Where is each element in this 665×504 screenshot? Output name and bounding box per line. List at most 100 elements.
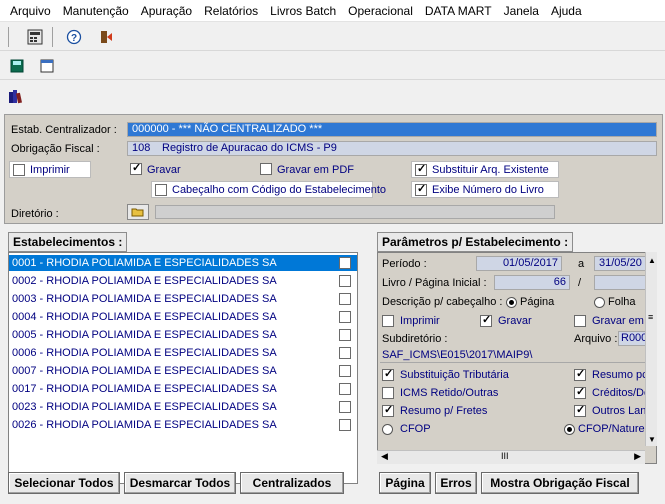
list-item[interactable]: 0017 - RHODIA POLIAMIDA E ESPECIALIDADES… bbox=[9, 381, 357, 397]
exibe-numero-box[interactable] bbox=[415, 182, 427, 196]
substituir-box[interactable] bbox=[415, 162, 427, 176]
scroll-left-icon[interactable]: ◀ bbox=[381, 451, 388, 462]
scroll-up-icon[interactable]: ▲ bbox=[648, 256, 656, 265]
cfop-radio[interactable] bbox=[382, 424, 393, 435]
icms-retido-label: ICMS Retido/Outras bbox=[400, 387, 499, 399]
window-icon[interactable] bbox=[36, 56, 58, 76]
livro-field[interactable]: 66 bbox=[494, 275, 570, 290]
help-icon[interactable]: ? bbox=[63, 27, 85, 47]
cabecalho-checkbox[interactable]: Cabeçalho com Código do Estabelecimento bbox=[151, 181, 386, 198]
cfop-natureza-radio[interactable] bbox=[564, 424, 575, 435]
menu-operacional[interactable]: Operacional bbox=[342, 4, 419, 18]
scroll-thumb-grip[interactable]: III bbox=[501, 451, 509, 461]
list-item[interactable]: 0026 - RHODIA POLIAMIDA E ESPECIALIDADES… bbox=[9, 417, 357, 433]
list-item[interactable]: 0006 - RHODIA POLIAMIDA E ESPECIALIDADES… bbox=[9, 345, 357, 361]
list-item[interactable]: 0003 - RHODIA POLIAMIDA E ESPECIALIDADES… bbox=[9, 291, 357, 307]
cabecalho-box[interactable] bbox=[155, 184, 167, 196]
resumo-pc-label: Resumo pc bbox=[592, 369, 648, 381]
row-checkbox[interactable] bbox=[339, 293, 351, 305]
estab-centralizador-value: 000000 - *** NÃO CENTRALIZADO *** bbox=[132, 123, 323, 135]
imprimir-box[interactable] bbox=[13, 164, 25, 176]
mostra-obrigacao-button[interactable]: Mostra Obrigação Fiscal bbox=[481, 472, 639, 494]
resumo-pc-checkbox[interactable] bbox=[574, 367, 586, 381]
exibe-numero-checkbox[interactable]: Exibe Número do Livro bbox=[411, 181, 559, 198]
params-vertical-scrollbar[interactable]: ▲ ≡ ▼ bbox=[645, 252, 657, 446]
gravar-pdf-checkbox[interactable]: Gravar em PDF bbox=[257, 161, 377, 178]
gravar-checkbox[interactable]: Gravar bbox=[127, 161, 239, 178]
scroll-right-icon[interactable]: ▶ bbox=[634, 451, 641, 462]
row-checkbox[interactable] bbox=[339, 275, 351, 287]
resumo-fretes-checkbox[interactable] bbox=[382, 403, 394, 417]
scroll-grip-icon[interactable]: ≡ bbox=[648, 312, 653, 322]
list-item[interactable]: 0001 - RHODIA POLIAMIDA E ESPECIALIDADES… bbox=[9, 255, 357, 271]
cfop-natureza-label: CFOP/Naturez bbox=[578, 423, 651, 435]
exit-door-icon[interactable] bbox=[95, 27, 117, 47]
toolbar-separator bbox=[8, 27, 9, 47]
obrigacao-fiscal-field[interactable]: 108 Registro de Apuracao do ICMS - P9 bbox=[127, 141, 657, 156]
param-gravar-em-checkbox[interactable] bbox=[574, 315, 586, 327]
row-checkbox[interactable] bbox=[339, 401, 351, 413]
list-item[interactable]: 0005 - RHODIA POLIAMIDA E ESPECIALIDADES… bbox=[9, 327, 357, 343]
row-checkbox[interactable] bbox=[339, 329, 351, 341]
menu-arquivo[interactable]: Arquivo bbox=[4, 4, 57, 18]
row-checkbox[interactable] bbox=[339, 383, 351, 395]
pagina-inicial-field[interactable] bbox=[594, 275, 646, 290]
params-horizontal-scrollbar[interactable]: ◀ III ▶ bbox=[377, 450, 645, 464]
diretorio-field[interactable] bbox=[155, 205, 555, 219]
menu-manutencao[interactable]: Manutenção bbox=[57, 4, 135, 18]
centralizados-button[interactable]: Centralizados bbox=[240, 472, 344, 494]
calculator-icon[interactable] bbox=[24, 27, 46, 47]
substituir-checkbox[interactable]: Substituir Arq. Existente bbox=[411, 161, 559, 178]
cabecalho-label: Cabeçalho com Código do Estabelecimento bbox=[172, 183, 387, 196]
subdiretorio-label: Subdiretório : bbox=[382, 333, 448, 345]
row-checkbox[interactable] bbox=[339, 419, 351, 431]
periodo-fim-field[interactable]: 31/05/20 bbox=[594, 256, 646, 271]
row-checkbox[interactable] bbox=[339, 347, 351, 359]
creditos-checkbox[interactable] bbox=[574, 385, 586, 399]
estab-centralizador-label: Estab. Centralizador : bbox=[11, 124, 117, 136]
subdiretorio-path: SAF_ICMS\E015\2017\MAIP9\ bbox=[382, 349, 533, 361]
subdiretorio-field[interactable]: SAF_ICMS\E015\2017\MAIP9\ bbox=[380, 349, 646, 363]
list-item[interactable]: 0004 - RHODIA POLIAMIDA E ESPECIALIDADES… bbox=[9, 309, 357, 325]
subst-trib-checkbox[interactable] bbox=[382, 367, 394, 381]
periodo-inicio-field[interactable]: 01/05/2017 bbox=[476, 256, 562, 271]
save-icon[interactable] bbox=[6, 56, 28, 76]
menu-ajuda[interactable]: Ajuda bbox=[545, 4, 588, 18]
estabelecimentos-list: 0001 - RHODIA POLIAMIDA E ESPECIALIDADES… bbox=[8, 252, 358, 484]
parametros-panel: Período : 01/05/2017 a 31/05/20 Livro / … bbox=[377, 252, 657, 464]
folder-open-icon[interactable] bbox=[127, 204, 149, 220]
outros-lan-label: Outros Lan bbox=[592, 405, 647, 417]
selecionar-todos-button[interactable]: Selecionar Todos bbox=[8, 472, 120, 494]
list-item[interactable]: 0007 - RHODIA POLIAMIDA E ESPECIALIDADES… bbox=[9, 363, 357, 379]
row-checkbox[interactable] bbox=[339, 311, 351, 323]
pagina-radio[interactable] bbox=[506, 297, 517, 308]
scroll-down-icon[interactable]: ▼ bbox=[648, 435, 656, 444]
toolbar-main: ? bbox=[0, 23, 665, 51]
parametros-header: Parâmetros p/ Estabelecimento : bbox=[377, 232, 574, 252]
list-item[interactable]: 0002 - RHODIA POLIAMIDA E ESPECIALIDADES… bbox=[9, 273, 357, 289]
menu-livros-batch[interactable]: Livros Batch bbox=[264, 4, 342, 18]
param-imprimir-checkbox[interactable] bbox=[382, 315, 394, 327]
menu-data-mart[interactable]: DATA MART bbox=[419, 4, 498, 18]
outros-lan-checkbox[interactable] bbox=[574, 403, 586, 417]
icms-retido-checkbox[interactable] bbox=[382, 387, 394, 399]
livro-pagina-label: Livro / Página Inicial : bbox=[382, 277, 487, 289]
list-item[interactable]: 0023 - RHODIA POLIAMIDA E ESPECIALIDADES… bbox=[9, 399, 357, 415]
creditos-label: Créditos/De bbox=[592, 387, 651, 399]
param-gravar-checkbox[interactable] bbox=[480, 313, 492, 327]
menu-apuracao[interactable]: Apuração bbox=[135, 4, 198, 18]
menu-relatorios[interactable]: Relatórios bbox=[198, 4, 264, 18]
gravar-box[interactable] bbox=[130, 161, 142, 175]
gravar-pdf-box[interactable] bbox=[260, 163, 272, 175]
erros-button[interactable]: Erros bbox=[435, 472, 477, 494]
books-icon bbox=[8, 88, 24, 107]
folha-radio[interactable] bbox=[594, 297, 605, 308]
imprimir-checkbox[interactable]: Imprimir bbox=[9, 161, 91, 178]
menu-janela[interactable]: Janela bbox=[498, 4, 545, 18]
row-checkbox[interactable] bbox=[339, 365, 351, 377]
desmarcar-todos-button[interactable]: Desmarcar Todos bbox=[124, 472, 236, 494]
pagina-button[interactable]: Página bbox=[379, 472, 431, 494]
estab-centralizador-field[interactable]: 000000 - *** NÃO CENTRALIZADO *** bbox=[127, 122, 657, 137]
subst-trib-label: Substituição Tributária bbox=[400, 369, 509, 381]
row-checkbox[interactable] bbox=[339, 257, 351, 269]
